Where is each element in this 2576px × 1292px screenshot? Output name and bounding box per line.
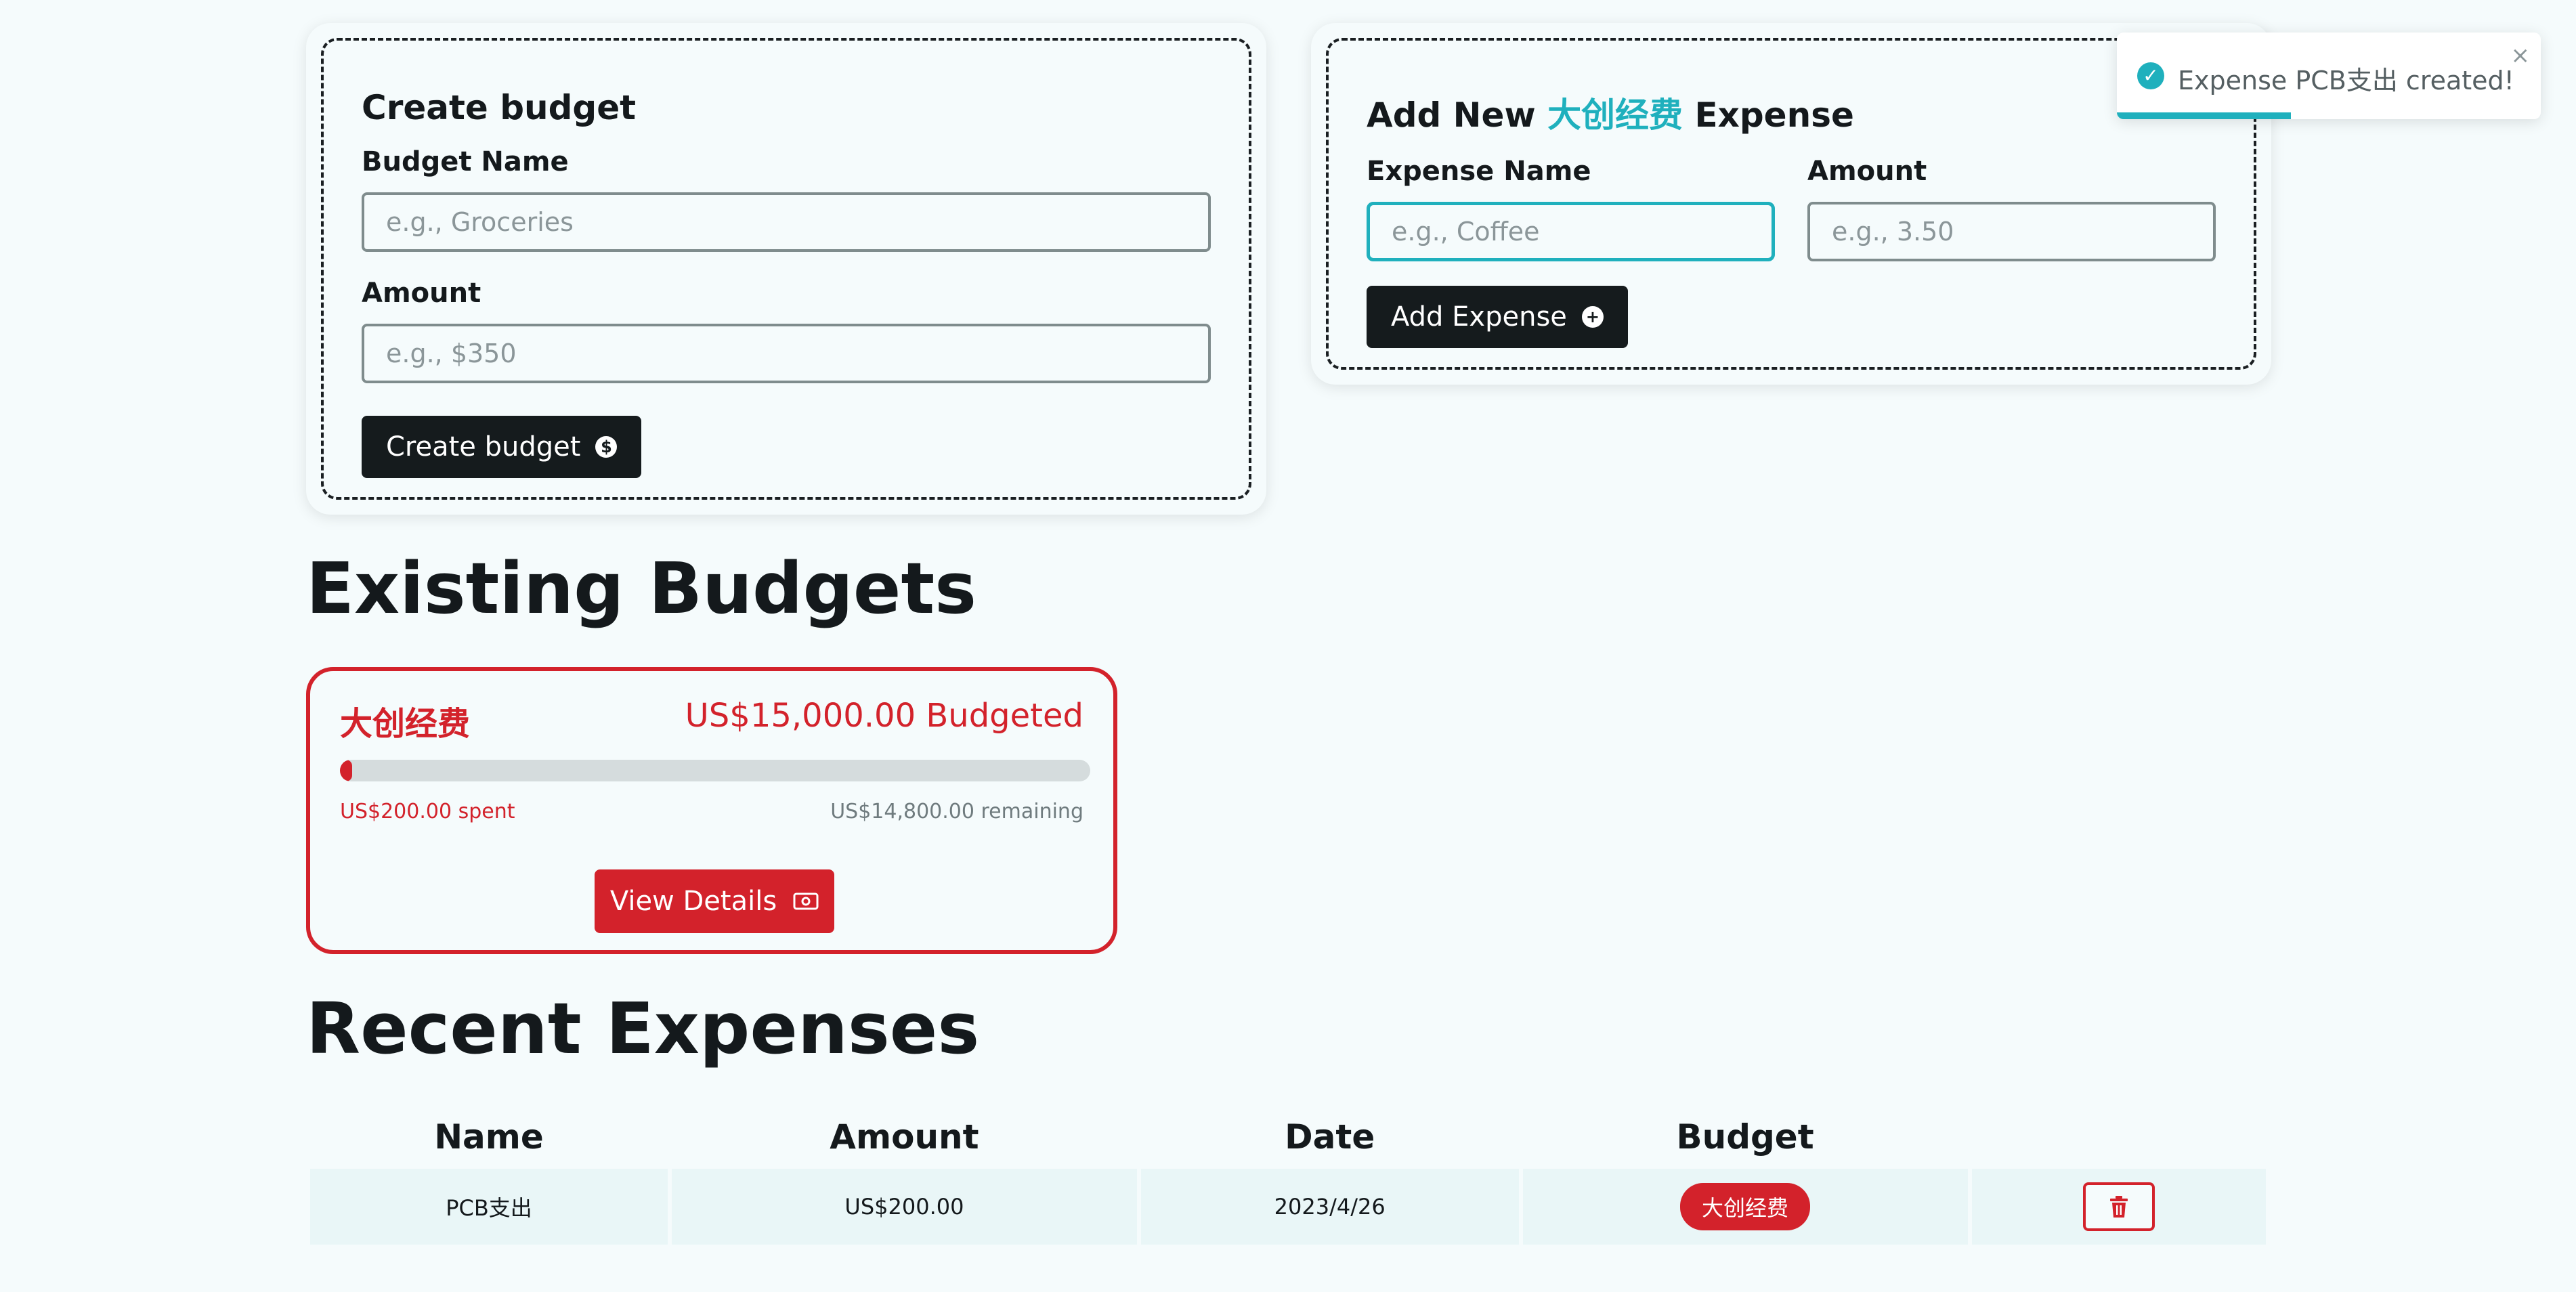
budget-remaining: US$14,800.00 remaining [830, 800, 1083, 823]
recent-expenses-heading: Recent Expenses [306, 987, 980, 1070]
budget-card: 大创经费 US$15,000.00 Budgeted US$200.00 spe… [306, 667, 1117, 954]
budget-name-input[interactable] [362, 192, 1211, 252]
budget-badge[interactable]: 大创经费 [1680, 1183, 1811, 1230]
trash-icon [2109, 1196, 2128, 1218]
create-budget-card: Create budget Budget Name Amount Create … [306, 23, 1266, 515]
expense-budget-cell: 大创经费 [1522, 1169, 1968, 1245]
budget-amount: US$15,000.00 Budgeted [685, 697, 1083, 735]
create-budget-title: Create budget [362, 88, 637, 127]
toast-progress-bar [2117, 112, 2291, 119]
existing-budgets-heading: Existing Budgets [306, 547, 977, 630]
budget-progress-fill [340, 760, 352, 781]
expense-name-cell: PCB支出 [310, 1169, 668, 1245]
expense-name-label: Expense Name [1367, 156, 1591, 187]
add-expense-title-suffix: Expense [1694, 95, 1854, 135]
expense-name-input[interactable] [1367, 202, 1775, 261]
expense-amount-input[interactable] [1807, 202, 2216, 261]
toast-notification: ✓ Expense PCB支出 created! × [2117, 33, 2541, 119]
plus-circle-icon: + [1581, 306, 1604, 328]
budget-amount-label: Amount [362, 278, 481, 309]
delete-expense-button[interactable] [2082, 1182, 2155, 1231]
add-expense-fields: Expense Name Amount [1367, 156, 2216, 261]
dollar-circle-icon: $ [595, 436, 618, 458]
expense-amount-cell: US$200.00 [671, 1169, 1137, 1245]
budget-name-label: Budget Name [362, 146, 569, 177]
budget-progress-bar [340, 760, 1090, 781]
expenses-table: Name Amount Date Budget PCB支出 US$200.00 … [306, 1105, 2270, 1245]
create-budget-button-label: Create budget [386, 431, 581, 462]
banknote-icon [793, 892, 819, 910]
create-budget-form: Create budget Budget Name Amount Create … [321, 38, 1251, 500]
expense-name-group: Expense Name [1367, 156, 1775, 261]
column-header-actions [1972, 1105, 2266, 1169]
column-header-date: Date [1285, 1117, 1375, 1157]
budget-spent: US$200.00 spent [340, 800, 515, 823]
check-circle-icon: ✓ [2137, 62, 2164, 89]
add-expense-title-budget: 大创经费 [1547, 95, 1683, 135]
budget-amount-input[interactable] [362, 324, 1211, 383]
view-details-button[interactable]: View Details [595, 869, 834, 933]
view-details-label: View Details [609, 886, 777, 917]
column-header-budget: Budget [1676, 1117, 1814, 1157]
expense-amount-group: Amount [1807, 156, 2216, 261]
close-icon[interactable]: × [2511, 42, 2531, 69]
expense-date-cell: 2023/4/26 [1140, 1169, 1519, 1245]
column-header-amount: Amount [830, 1117, 979, 1157]
table-header-row: Name Amount Date Budget [310, 1105, 2266, 1169]
add-expense-button-label: Add Expense [1391, 301, 1567, 332]
budget-name: 大创经费 [340, 705, 471, 743]
expense-amount-label: Amount [1807, 156, 1927, 187]
table-row: PCB支出 US$200.00 2023/4/26 大创经费 [310, 1169, 2266, 1245]
create-budget-button[interactable]: Create budget $ [362, 416, 642, 478]
add-expense-title: Add New 大创经费 Expense [1367, 88, 2216, 137]
expense-actions-cell [1971, 1169, 2266, 1245]
add-expense-button[interactable]: Add Expense + [1367, 286, 1628, 348]
toast-message: Expense PCB支出 created! [2178, 66, 2514, 95]
add-expense-title-prefix: Add New [1367, 95, 1536, 135]
column-header-name: Name [434, 1117, 544, 1157]
